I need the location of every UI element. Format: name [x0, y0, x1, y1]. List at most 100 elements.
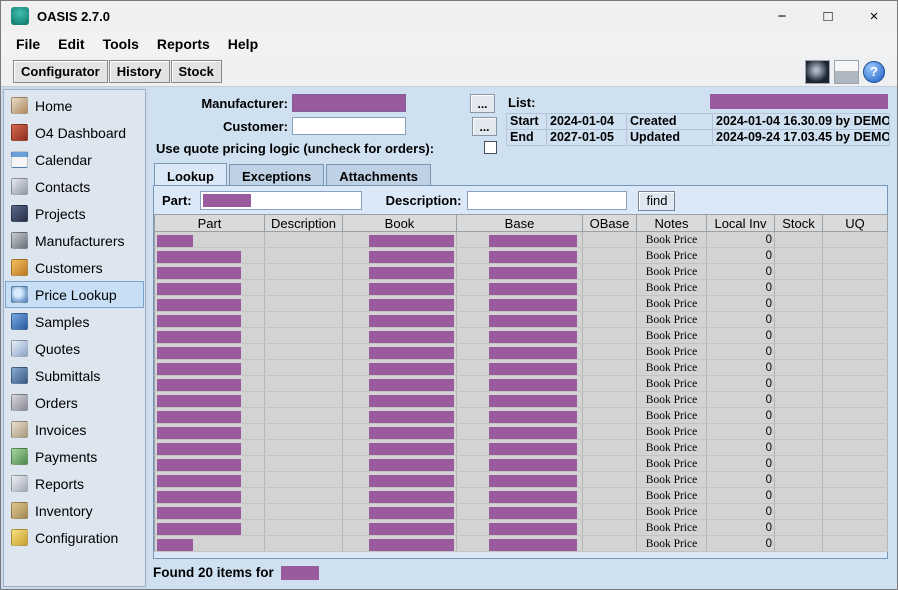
- menu-item-tools[interactable]: Tools: [94, 33, 148, 55]
- main-panel: Manufacturer: ... Customer: ... Use quot…: [148, 87, 897, 589]
- list-label: List:: [508, 95, 535, 110]
- table-row[interactable]: Book Price0: [155, 520, 888, 536]
- column-header-stock[interactable]: Stock: [775, 215, 823, 232]
- sidebar-item-contacts[interactable]: Contacts: [5, 173, 144, 200]
- status-text: Found 20 items for: [153, 565, 274, 580]
- cell-part: [155, 408, 265, 424]
- table-row[interactable]: Book Price0: [155, 536, 888, 552]
- sidebar-item-label: Orders: [35, 395, 78, 411]
- sidebar-item-price-lookup[interactable]: Price Lookup: [5, 281, 144, 308]
- table-row[interactable]: Book Price0: [155, 472, 888, 488]
- redacted-base-cell: [489, 507, 577, 519]
- table-row[interactable]: Book Price0: [155, 440, 888, 456]
- cell-notes: Book Price: [637, 456, 707, 472]
- column-header-uq[interactable]: UQ: [823, 215, 888, 232]
- cell-part: [155, 520, 265, 536]
- table-row[interactable]: Book Price0: [155, 296, 888, 312]
- toolbar-button-history[interactable]: History: [109, 60, 170, 83]
- toolbar-button-configurator[interactable]: Configurator: [13, 60, 108, 83]
- column-header-part[interactable]: Part: [155, 215, 265, 232]
- sidebar-item-configuration[interactable]: Configuration: [5, 524, 144, 551]
- sidebar-item-home[interactable]: Home: [5, 92, 144, 119]
- cell-stock: [775, 504, 823, 520]
- table-row[interactable]: Book Price0: [155, 456, 888, 472]
- customer-input[interactable]: [292, 117, 406, 135]
- quote-logic-checkbox[interactable]: [484, 141, 497, 154]
- description-input[interactable]: [467, 191, 627, 210]
- cell-base: [457, 264, 583, 280]
- column-header-book[interactable]: Book: [343, 215, 457, 232]
- column-header-base[interactable]: Base: [457, 215, 583, 232]
- sidebar-item-invoices[interactable]: Invoices: [5, 416, 144, 443]
- manufacturer-input[interactable]: [292, 94, 406, 112]
- cell-stock: [775, 312, 823, 328]
- menu-item-help[interactable]: Help: [219, 33, 267, 55]
- cell-stock: [775, 472, 823, 488]
- toolbar-button-stock[interactable]: Stock: [171, 60, 222, 83]
- sidebar-item-inventory[interactable]: Inventory: [5, 497, 144, 524]
- table-row[interactable]: Book Price0: [155, 280, 888, 296]
- cell-description: [265, 344, 343, 360]
- column-header-local-inv[interactable]: Local Inv: [707, 215, 775, 232]
- table-row[interactable]: Book Price0: [155, 264, 888, 280]
- menu-item-edit[interactable]: Edit: [49, 33, 93, 55]
- column-header-notes[interactable]: Notes: [637, 215, 707, 232]
- redacted-base-cell: [489, 459, 577, 471]
- help-icon[interactable]: ?: [863, 61, 885, 83]
- close-button[interactable]: ×: [851, 1, 897, 31]
- table-row[interactable]: Book Price0: [155, 376, 888, 392]
- customer-label: Customer:: [176, 119, 288, 134]
- sidebar-item-orders[interactable]: Orders: [5, 389, 144, 416]
- cell-local-inv: 0: [707, 392, 775, 408]
- cell-local-inv: 0: [707, 488, 775, 504]
- redacted-book-cell: [369, 411, 454, 423]
- cell-part: [155, 504, 265, 520]
- menu-item-reports[interactable]: Reports: [148, 33, 219, 55]
- sidebar-item-projects[interactable]: Projects: [5, 200, 144, 227]
- camera-icon[interactable]: [805, 60, 830, 84]
- table-row[interactable]: Book Price0: [155, 408, 888, 424]
- cell-description: [265, 520, 343, 536]
- cell-uq: [823, 504, 888, 520]
- table-row[interactable]: Book Price0: [155, 328, 888, 344]
- sidebar-item-payments[interactable]: Payments: [5, 443, 144, 470]
- table-row[interactable]: Book Price0: [155, 392, 888, 408]
- sidebar-item-customers[interactable]: Customers: [5, 254, 144, 281]
- cell-stock: [775, 280, 823, 296]
- sidebar-item-samples[interactable]: Samples: [5, 308, 144, 335]
- cell-description: [265, 376, 343, 392]
- table-row[interactable]: Book Price0: [155, 344, 888, 360]
- find-button[interactable]: find: [638, 191, 675, 211]
- redacted-part-cell: [157, 491, 241, 503]
- cell-obase: [583, 472, 637, 488]
- manufacturer-browse-button[interactable]: ...: [470, 94, 495, 113]
- table-row[interactable]: Book Price0: [155, 232, 888, 248]
- redacted-part-query: [203, 194, 251, 207]
- column-header-obase[interactable]: OBase: [583, 215, 637, 232]
- maximize-button[interactable]: □: [805, 1, 851, 31]
- sidebar-item-o4-dashboard[interactable]: O4 Dashboard: [5, 119, 144, 146]
- table-row[interactable]: Book Price0: [155, 248, 888, 264]
- sidebar-item-calendar[interactable]: Calendar: [5, 146, 144, 173]
- table-row[interactable]: Book Price0: [155, 504, 888, 520]
- table-row[interactable]: Book Price0: [155, 312, 888, 328]
- cell-description: [265, 232, 343, 248]
- redacted-base-cell: [489, 315, 577, 327]
- redacted-base-cell: [489, 427, 577, 439]
- printer-icon[interactable]: [834, 60, 859, 84]
- customer-browse-button[interactable]: ...: [472, 117, 497, 136]
- sidebar-item-reports[interactable]: Reports: [5, 470, 144, 497]
- menu-item-file[interactable]: File: [7, 33, 49, 55]
- cell-description: [265, 392, 343, 408]
- table-row[interactable]: Book Price0: [155, 488, 888, 504]
- table-row[interactable]: Book Price0: [155, 424, 888, 440]
- sidebar-item-submittals[interactable]: Submittals: [5, 362, 144, 389]
- sidebar-item-quotes[interactable]: Quotes: [5, 335, 144, 362]
- table-row[interactable]: Book Price0: [155, 360, 888, 376]
- part-input[interactable]: [200, 191, 362, 210]
- redacted-book-cell: [369, 283, 454, 295]
- minimize-button[interactable]: −: [759, 1, 805, 31]
- quotes-icon: [11, 340, 28, 357]
- column-header-description[interactable]: Description: [265, 215, 343, 232]
- sidebar-item-manufacturers[interactable]: Manufacturers: [5, 227, 144, 254]
